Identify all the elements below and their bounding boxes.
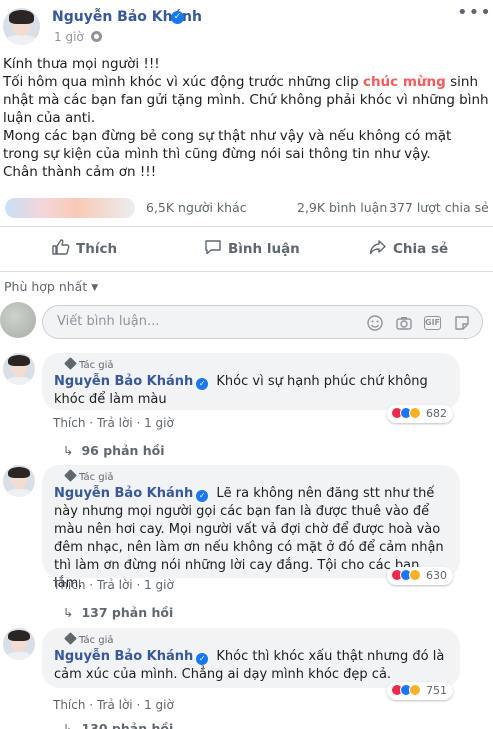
view-replies-link[interactable]: ↳ 137 phản hồi <box>63 605 173 620</box>
verified-badge-icon: ✓ <box>196 653 209 665</box>
emoji-icon[interactable] <box>366 314 384 332</box>
reply-arrow-icon: ↳ <box>63 605 74 620</box>
comment-actions: Thích · Trả lời · 1 giờ <box>53 416 174 430</box>
post-line-3: Mong các bạn đừng bẻ cong sự thật như vậ… <box>3 128 452 162</box>
shares-count[interactable]: 377 lượt chia sẻ <box>389 200 489 215</box>
caret-down-icon: ▼ <box>91 283 99 293</box>
comment-button[interactable]: Bình luận <box>204 229 300 269</box>
comment-input-placeholder: Viết bình luận... <box>57 314 160 329</box>
post-header: Nguyễn Bảo Khánh ✓ 1 giờ ••• <box>0 0 493 50</box>
like-button[interactable]: Thích <box>52 229 117 269</box>
more-options-icon[interactable]: ••• <box>457 2 492 23</box>
comment-time[interactable]: 1 giờ <box>144 698 174 712</box>
comment-bubble: Tác giả Nguyễn Bảo Khánh ✓ Khóc thì khóc … <box>42 628 460 688</box>
comment-reply-link[interactable]: Trả lời <box>97 698 133 712</box>
likes-count[interactable]: 6,5K người khác <box>146 200 247 215</box>
comment-reply-link[interactable]: Trả lời <box>97 578 133 592</box>
current-user-avatar <box>0 302 36 338</box>
globe-icon <box>91 31 102 42</box>
share-button[interactable]: Chia sẻ <box>369 229 448 269</box>
highlighted-text: chúc mừng <box>362 74 446 90</box>
reaction-count-chip[interactable]: 630 <box>387 567 453 585</box>
post-body: Kính thưa mọi người !!! Tối hôm qua mình… <box>3 55 489 181</box>
comment-author-name[interactable]: Nguyễn Bảo Khánh <box>54 649 193 664</box>
comment-author-avatar[interactable] <box>3 628 35 660</box>
comment-reply-link[interactable]: Trả lời <box>97 416 133 430</box>
post-timestamp[interactable]: 1 giờ <box>54 30 84 44</box>
comment-text: Nguyễn Bảo Khánh ✓ Khóc thì khóc xấu thật… <box>54 649 445 682</box>
verified-badge-icon: ✓ <box>196 490 209 502</box>
sort-label: Phù hợp nhất <box>4 279 88 294</box>
care-reaction-icon <box>409 684 421 696</box>
comment-like-link[interactable]: Thích <box>53 416 85 430</box>
comment-author-avatar[interactable] <box>3 465 35 497</box>
comment-author-name[interactable]: Nguyễn Bảo Khánh <box>54 374 193 389</box>
view-replies-link[interactable]: ↳ 96 phản hồi <box>63 443 165 458</box>
post-action-bar: Thích Bình luận Chia sẻ <box>0 229 493 269</box>
post-line-2: Tối hôm qua mình khóc vì xúc động trước … <box>3 74 489 126</box>
care-reaction-icon <box>409 569 421 581</box>
reaction-count-chip[interactable]: 751 <box>387 682 453 700</box>
pen-icon <box>64 632 77 645</box>
gif-icon[interactable]: GIF <box>424 316 441 330</box>
comment-bubble: Tác giả Nguyễn Bảo Khánh ✓ Khóc vì sự hạn… <box>42 353 460 410</box>
comment-author-name[interactable]: Nguyễn Bảo Khánh <box>54 486 193 501</box>
author-avatar[interactable] <box>3 8 40 45</box>
comment-sort-dropdown[interactable]: Phù hợp nhất ▼ <box>4 279 98 294</box>
verified-badge-icon: ✓ <box>196 378 209 390</box>
camera-icon[interactable] <box>395 314 413 332</box>
comment-input[interactable]: Viết bình luận... GIF <box>42 305 483 339</box>
author-badge: Tác giả <box>64 632 448 646</box>
reaction-count-chip[interactable]: 682 <box>387 405 453 423</box>
pen-icon <box>64 469 77 482</box>
divider <box>0 271 493 272</box>
share-arrow-icon <box>369 240 386 255</box>
comment-like-link[interactable]: Thích <box>53 578 85 592</box>
pen-icon <box>64 357 77 370</box>
care-reaction-icon <box>409 407 421 419</box>
author-badge: Tác giả <box>64 357 448 371</box>
comment-author-avatar[interactable] <box>3 353 35 385</box>
sticker-icon[interactable] <box>453 314 471 332</box>
post-stats: 6,5K người khác 2,9K bình luận 377 lượt … <box>0 198 493 220</box>
comments-count[interactable]: 2,9K bình luận <box>297 200 387 215</box>
verified-badge-icon: ✓ <box>171 11 184 24</box>
post-line-4: Chân thành cảm ơn !!! <box>3 164 157 180</box>
reply-arrow-icon: ↳ <box>63 721 74 729</box>
author-badge: Tác giả <box>64 469 448 483</box>
comment-bubble-icon <box>205 240 221 255</box>
reply-arrow-icon: ↳ <box>63 443 74 458</box>
comment-time[interactable]: 1 giờ <box>144 416 174 430</box>
view-replies-link[interactable]: ↳ 130 phản hồi <box>63 721 173 729</box>
comment-actions: Thích · Trả lời · 1 giờ <box>53 578 174 592</box>
comment-actions: Thích · Trả lời · 1 giờ <box>53 698 174 712</box>
post-line-1: Kính thưa mọi người !!! <box>3 56 160 72</box>
comment-text: Nguyễn Bảo Khánh ✓ Khóc vì sự hạnh phúc c… <box>54 374 428 407</box>
thumbs-up-icon <box>52 239 70 255</box>
comment-bubble: Tác giả Nguyễn Bảo Khánh ✓ Lẽ ra không nê… <box>42 465 460 591</box>
divider <box>0 226 493 227</box>
reaction-summary[interactable] <box>5 198 135 218</box>
comment-time[interactable]: 1 giờ <box>144 578 174 592</box>
comment-like-link[interactable]: Thích <box>53 698 85 712</box>
